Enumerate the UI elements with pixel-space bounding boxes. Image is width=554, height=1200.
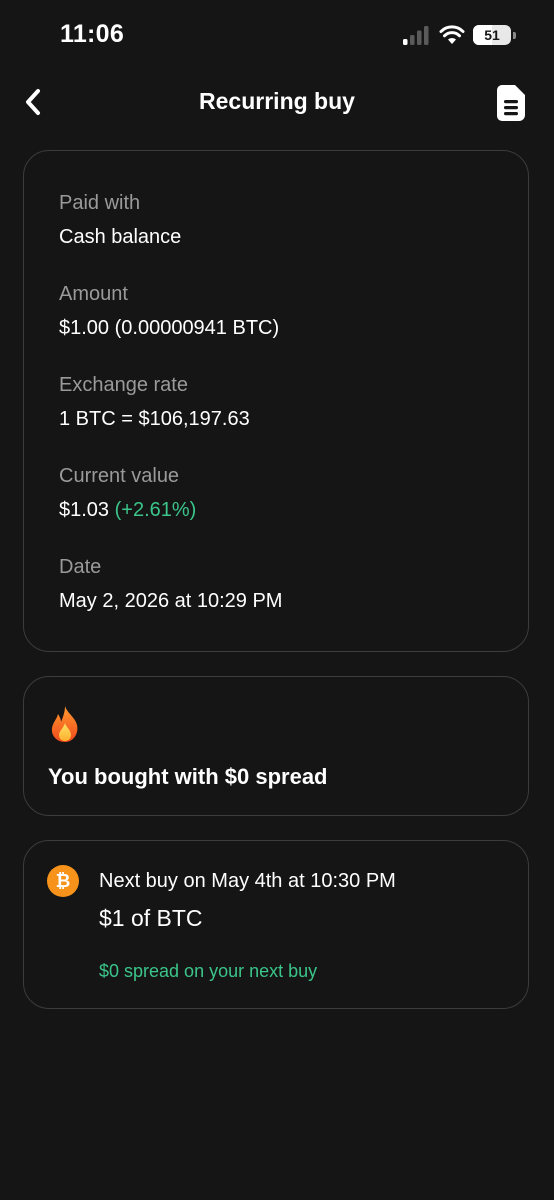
status-indicators: 51 <box>401 24 516 46</box>
exchange-rate-row: Exchange rate 1 BTC = $106,197.63 <box>59 373 250 431</box>
wifi-icon <box>439 25 465 44</box>
current-value-label: Current value <box>59 465 180 487</box>
current-value: $1.03 (+2.61%) <box>59 498 196 522</box>
cellular-signal-icon <box>403 26 429 45</box>
paid-with-row: Paid with Cash balance <box>59 191 181 249</box>
current-value-row: Current value $1.03 (+2.61%) <box>59 464 196 522</box>
bitcoin-icon: ₿ <box>47 865 79 897</box>
receipt-button[interactable] <box>496 84 526 122</box>
current-value-amount: $1.03 <box>59 499 110 521</box>
next-buy-card[interactable]: ₿ Next buy on May 4th at 10:30 PM $1 of … <box>23 840 529 1009</box>
document-icon <box>497 85 525 121</box>
current-value-change: (+2.61%) <box>114 499 197 521</box>
exchange-rate-label: Exchange rate <box>59 374 188 396</box>
battery-icon: 51 <box>473 25 511 45</box>
amount-label: Amount <box>59 283 128 305</box>
battery-level: 51 <box>484 27 500 43</box>
nav-bar: Recurring buy <box>0 78 554 128</box>
exchange-rate-value: 1 BTC = $106,197.63 <box>59 408 250 430</box>
spread-message: You bought with $0 spread <box>48 764 328 789</box>
date-row: Date May 2, 2026 at 10:29 PM <box>59 555 282 613</box>
status-bar: 11:06 51 <box>0 0 554 70</box>
spread-card: You bought with $0 spread <box>23 676 529 816</box>
battery-tip <box>513 31 516 39</box>
page-title: Recurring buy <box>199 88 355 114</box>
amount-row: Amount $1.00 (0.00000941 BTC) <box>59 282 279 340</box>
fire-icon <box>51 706 78 742</box>
next-buy-amount: $1 of BTC <box>99 905 203 931</box>
transaction-details-card: Paid with Cash balance Amount $1.00 (0.0… <box>23 150 529 652</box>
paid-with-value: Cash balance <box>59 226 182 248</box>
status-time: 11:06 <box>60 20 125 48</box>
paid-with-label: Paid with <box>59 192 141 214</box>
amount-value: $1.00 (0.00000941 BTC) <box>59 317 280 339</box>
next-buy-spread-note: $0 spread on your next buy <box>99 961 318 981</box>
date-value: May 2, 2026 at 10:29 PM <box>59 590 283 612</box>
date-label: Date <box>59 556 102 578</box>
next-buy-title: Next buy on May 4th at 10:30 PM <box>99 870 396 892</box>
